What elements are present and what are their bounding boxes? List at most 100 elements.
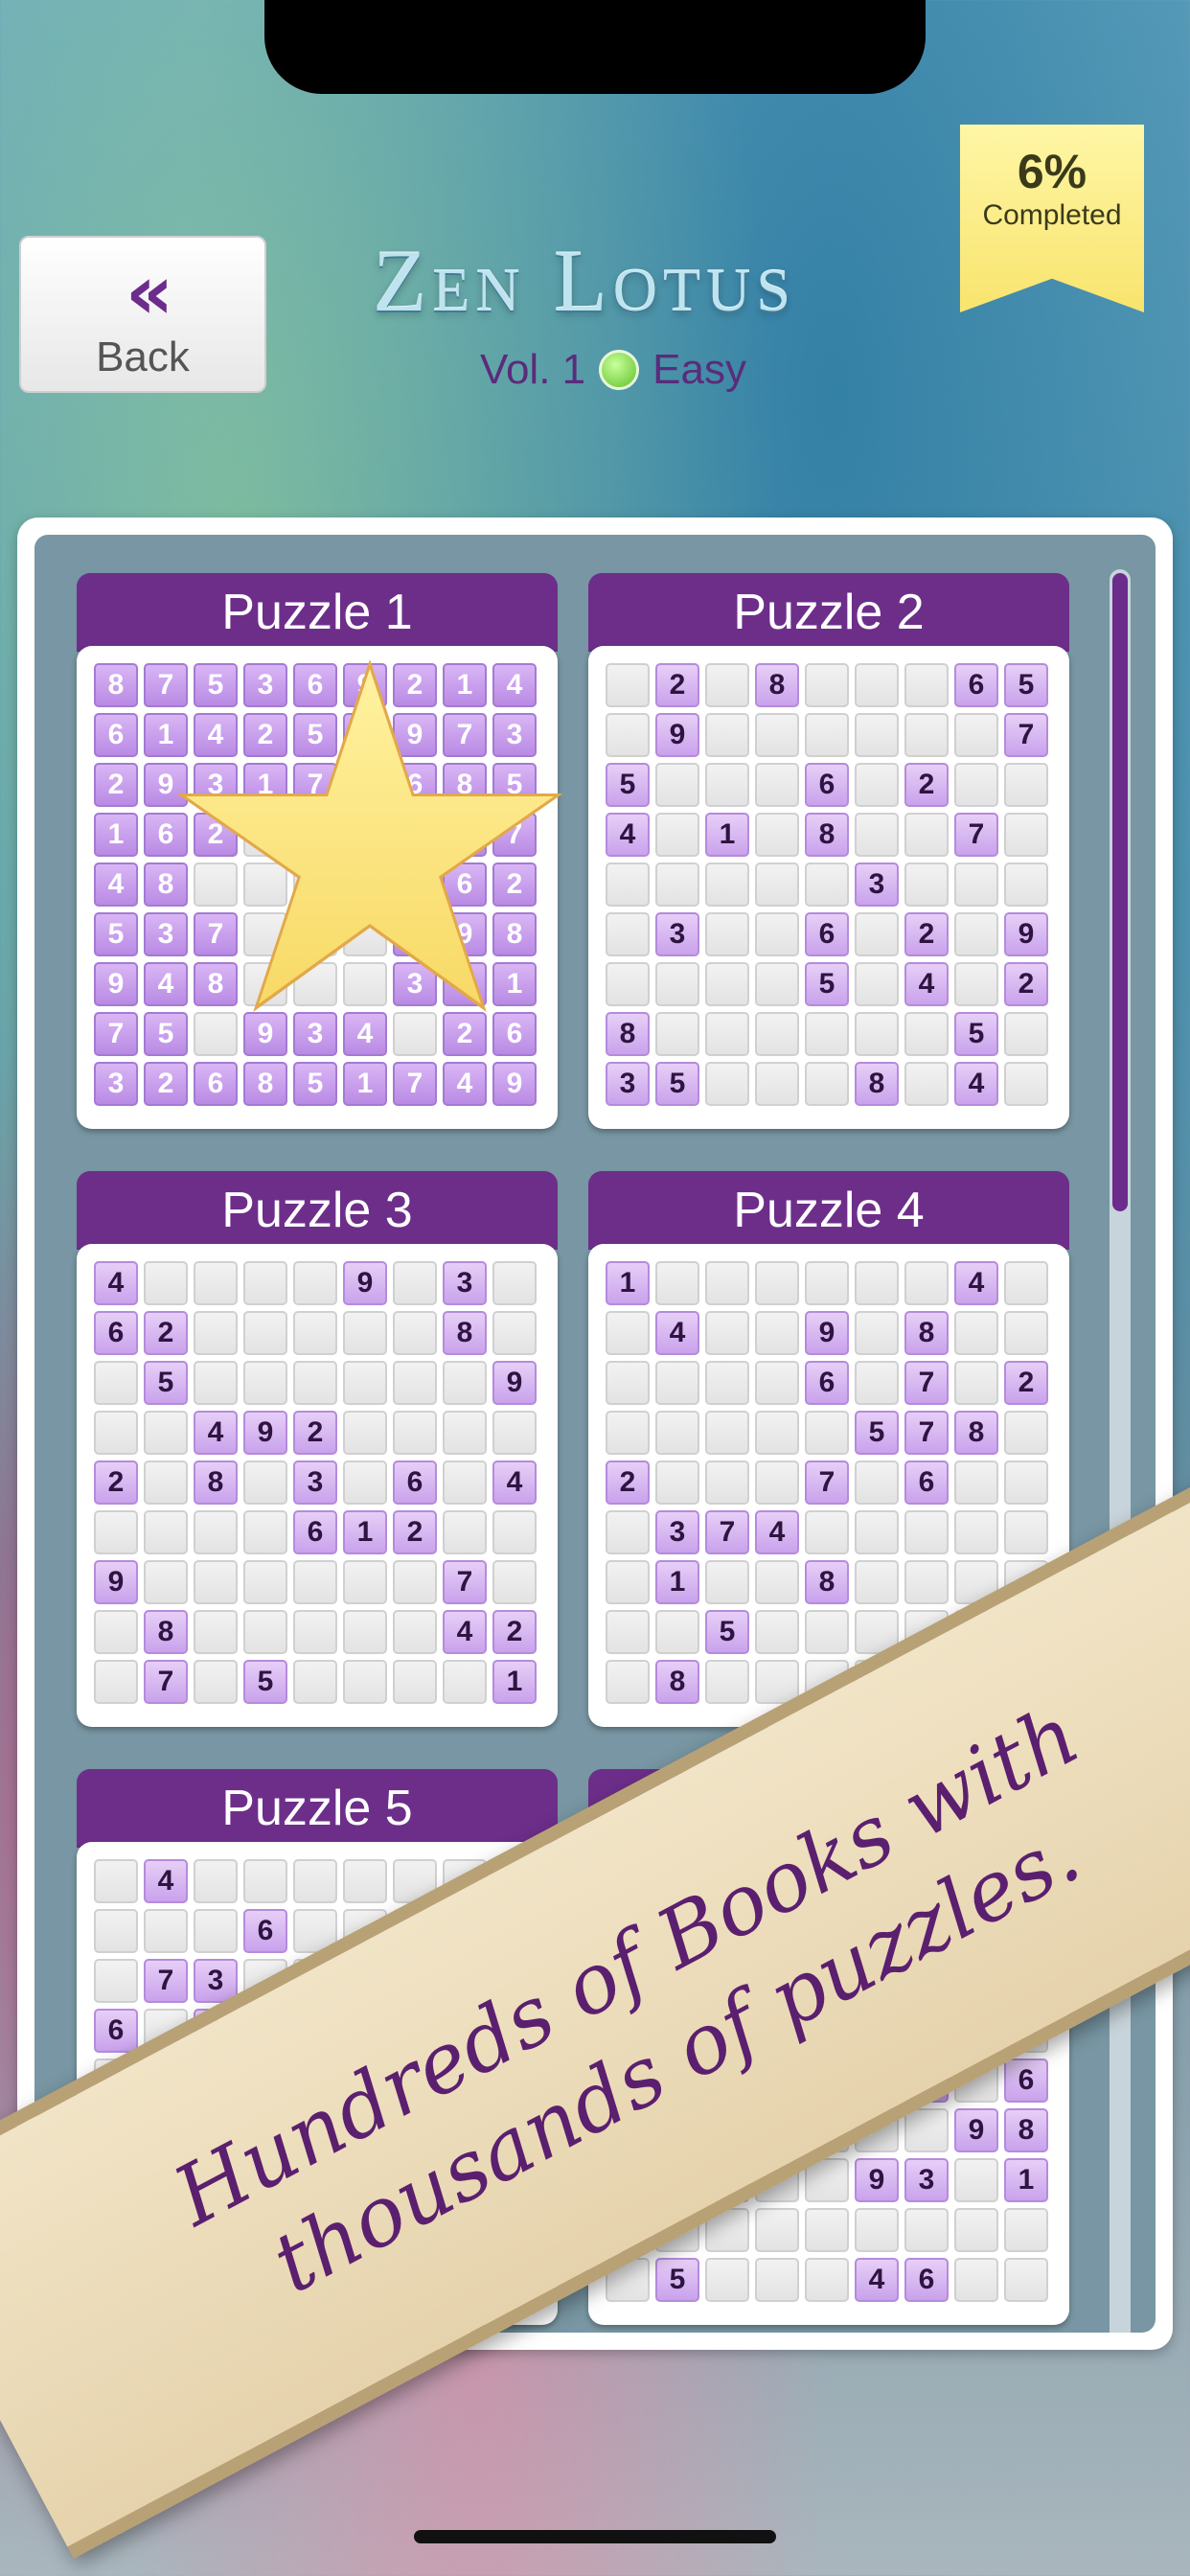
grid-cell [655, 763, 699, 807]
grid-cell [144, 1460, 188, 1505]
grid-cell: 4 [443, 1610, 487, 1654]
grid-cell [705, 1361, 749, 1405]
grid-cell: 4 [655, 1311, 699, 1355]
grid-cell [904, 713, 949, 757]
grid-cell: 8 [94, 663, 138, 707]
grid-cell: 9 [954, 2108, 998, 2152]
grid-cell [94, 1859, 138, 1903]
grid-cell: 6 [492, 1012, 537, 1056]
grid-cell: 7 [443, 1560, 487, 1604]
grid-cell: 5 [705, 1610, 749, 1654]
grid-cell [954, 2258, 998, 2302]
grid-cell: 2 [393, 663, 437, 707]
grid-cell: 4 [194, 1411, 238, 1455]
grid-cell [755, 1560, 799, 1604]
volume-label: Vol. 1 [480, 346, 586, 393]
grid-cell: 3 [293, 1012, 337, 1056]
grid-cell: 6 [393, 1460, 437, 1505]
grid-cell: 7 [194, 912, 238, 956]
grid-cell [343, 962, 387, 1006]
grid-cell: 1 [492, 1660, 537, 1704]
grid-cell [655, 1261, 699, 1305]
grid-cell: 6 [94, 2009, 138, 2053]
grid-cell [94, 1909, 138, 1953]
grid-cell: 4 [443, 1062, 487, 1106]
puzzle-card[interactable]: Puzzle 2286597562418733629542853584 [588, 573, 1069, 1133]
grid-cell: 4 [492, 1460, 537, 1505]
grid-cell: 8 [606, 1012, 650, 1056]
grid-cell [705, 1660, 749, 1704]
grid-cell [705, 1012, 749, 1056]
grid-cell [243, 1510, 287, 1554]
grid-cell [954, 713, 998, 757]
grid-cell [904, 1261, 949, 1305]
grid-cell: 9 [655, 713, 699, 757]
grid-cell: 2 [144, 1062, 188, 1106]
grid-cell: 7 [1004, 713, 1048, 757]
difficulty-label: Easy [652, 346, 746, 393]
grid-cell [705, 1411, 749, 1455]
grid-cell [343, 1560, 387, 1604]
back-label: Back [96, 334, 190, 380]
grid-cell [655, 1411, 699, 1455]
grid-cell [606, 713, 650, 757]
grid-cell [194, 1361, 238, 1405]
grid-cell: 4 [492, 663, 537, 707]
grid-cell: 6 [1004, 2058, 1048, 2103]
grid-cell [954, 1311, 998, 1355]
grid-cell: 8 [194, 1460, 238, 1505]
grid-cell [855, 912, 899, 956]
grid-cell [705, 1311, 749, 1355]
grid-cell [655, 1460, 699, 1505]
grid-cell [144, 1510, 188, 1554]
grid-cell: 4 [954, 1261, 998, 1305]
grid-cell: 2 [243, 713, 287, 757]
grid-cell [606, 912, 650, 956]
back-button[interactable]: ‹‹ Back [19, 236, 266, 393]
grid-cell: 5 [243, 1660, 287, 1704]
grid-cell: 2 [492, 862, 537, 907]
scrollbar-thumb[interactable] [1112, 573, 1128, 1211]
grid-cell [705, 1062, 749, 1106]
grid-cell: 5 [1004, 663, 1048, 707]
puzzle-card[interactable]: Puzzle 3493628594922836461297842751 [77, 1171, 558, 1731]
grid-cell: 8 [855, 1062, 899, 1106]
grid-cell [606, 663, 650, 707]
grid-cell [755, 713, 799, 757]
grid-cell: 6 [293, 663, 337, 707]
grid-cell [343, 1660, 387, 1704]
grid-cell [904, 1012, 949, 1056]
grid-cell: 6 [904, 2258, 949, 2302]
scrollbar[interactable] [1110, 569, 1131, 2333]
grid-cell [243, 1859, 287, 1903]
grid-cell: 6 [805, 763, 849, 807]
grid-cell: 3 [606, 1062, 650, 1106]
grid-cell: 6 [805, 912, 849, 956]
puzzle-title: Puzzle 1 [77, 573, 558, 652]
grid-cell: 2 [904, 912, 949, 956]
grid-cell [755, 1460, 799, 1505]
grid-cell [293, 1660, 337, 1704]
grid-cell: 5 [144, 1012, 188, 1056]
grid-cell [293, 1261, 337, 1305]
grid-cell [293, 1361, 337, 1405]
grid-cell: 7 [805, 1460, 849, 1505]
book-subtitle: Vol. 1 Easy [422, 341, 805, 399]
grid-cell [194, 862, 238, 907]
grid-cell [606, 1560, 650, 1604]
grid-cell [492, 1411, 537, 1455]
grid-cell: 2 [293, 1411, 337, 1455]
book-title: Zen Lotus [373, 232, 796, 330]
sudoku-grid: 493628594922836461297842751 [94, 1261, 537, 1704]
grid-cell: 5 [144, 1361, 188, 1405]
grid-cell: 5 [805, 962, 849, 1006]
grid-cell [805, 1411, 849, 1455]
grid-cell: 9 [343, 1261, 387, 1305]
grid-cell [904, 2208, 949, 2252]
grid-cell [243, 1261, 287, 1305]
grid-cell [343, 1311, 387, 1355]
grid-cell [755, 1411, 799, 1455]
grid-cell [904, 1062, 949, 1106]
grid-cell [655, 962, 699, 1006]
grid-cell [443, 1510, 487, 1554]
